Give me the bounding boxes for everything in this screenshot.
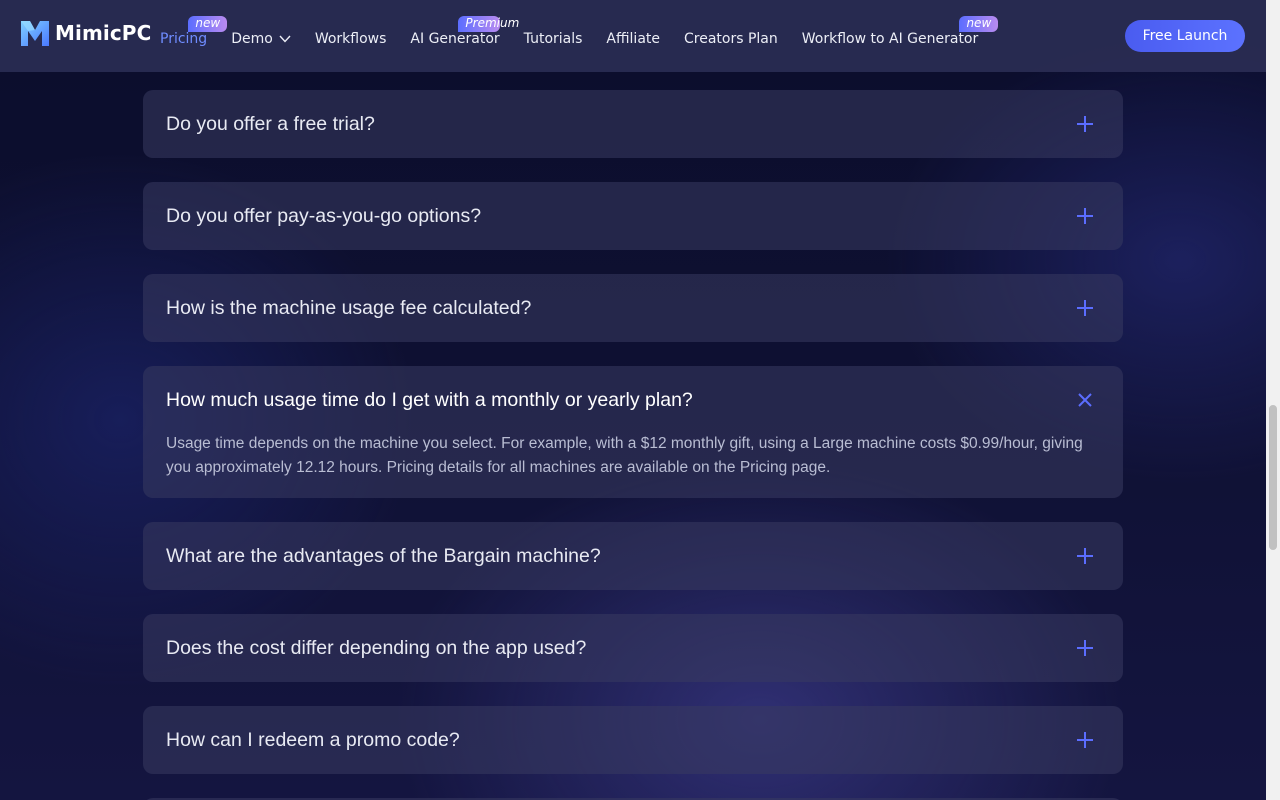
- faq-item-expanded[interactable]: How much usage time do I get with a mont…: [143, 366, 1123, 498]
- faq-list: Do you offer a free trial? Do you offer …: [143, 90, 1123, 800]
- free-launch-button[interactable]: Free Launch: [1125, 20, 1245, 52]
- plus-icon[interactable]: [1075, 730, 1095, 750]
- faq-question: What are the advantages of the Bargain m…: [166, 544, 601, 567]
- faq-item[interactable]: Do you offer a free trial?: [143, 90, 1123, 158]
- nav-label: Creators Plan: [684, 31, 778, 47]
- faq-question: Do you offer pay-as-you-go options?: [166, 204, 482, 227]
- brand-logo[interactable]: MimicPC: [20, 19, 151, 47]
- new-badge: new: [188, 16, 228, 32]
- plus-icon[interactable]: [1075, 638, 1095, 658]
- nav-label: Tutorials: [523, 31, 583, 47]
- main-nav: Pricing new Demo Workflows AI Generator …: [160, 16, 1002, 47]
- nav-item-ai-generator[interactable]: AI Generator Premium: [410, 16, 519, 47]
- nav-item-demo[interactable]: Demo: [231, 31, 291, 47]
- nav-item-workflows[interactable]: Workflows: [315, 31, 387, 47]
- nav-label: Demo: [231, 31, 273, 47]
- faq-item[interactable]: What are the advantages of the Bargain m…: [143, 522, 1123, 590]
- nav-label: Workflow to AI Generator: [801, 31, 979, 47]
- brand-name: MimicPC: [55, 21, 152, 45]
- faq-question: How is the machine usage fee calculated?: [166, 296, 532, 319]
- chevron-down-icon: [279, 35, 291, 43]
- faq-question: Do you offer a free trial?: [166, 112, 375, 135]
- top-nav-bar: MimicPC Pricing new Demo Workflows AI Ge…: [0, 0, 1266, 72]
- scrollbar-thumb[interactable]: [1269, 405, 1277, 550]
- faq-question: Does the cost differ depending on the ap…: [166, 636, 587, 659]
- plus-icon[interactable]: [1075, 206, 1095, 226]
- page-scrollbar[interactable]: [1266, 0, 1280, 800]
- nav-item-affiliate[interactable]: Affiliate: [606, 31, 660, 47]
- nav-item-pricing[interactable]: Pricing new: [160, 16, 228, 47]
- close-icon[interactable]: [1075, 390, 1095, 410]
- faq-item[interactable]: Do you offer pay-as-you-go options?: [143, 182, 1123, 250]
- premium-badge: Premium: [458, 16, 519, 32]
- faq-question: How can I redeem a promo code?: [166, 728, 460, 751]
- nav-label: Workflows: [314, 31, 387, 47]
- faq-item[interactable]: Does the cost differ depending on the ap…: [143, 614, 1123, 682]
- nav-label: AI Generator: [410, 31, 500, 47]
- faq-answer: Usage time depends on the machine you se…: [166, 435, 1083, 476]
- nav-label: Pricing: [160, 31, 208, 47]
- faq-question: How much usage time do I get with a mont…: [166, 388, 693, 411]
- new-badge: new: [959, 16, 999, 32]
- nav-label: Affiliate: [606, 31, 660, 47]
- plus-icon[interactable]: [1075, 298, 1095, 318]
- plus-icon[interactable]: [1075, 114, 1095, 134]
- nav-item-creators-plan[interactable]: Creators Plan: [684, 31, 778, 47]
- faq-item[interactable]: How is the machine usage fee calculated?: [143, 274, 1123, 342]
- mimicpc-logo-icon: [21, 21, 49, 46]
- plus-icon[interactable]: [1075, 546, 1095, 566]
- nav-item-tutorials[interactable]: Tutorials: [524, 31, 583, 47]
- nav-item-workflow-to-ai-generator[interactable]: Workflow to AI Generator new: [801, 16, 999, 47]
- faq-item[interactable]: How can I redeem a promo code?: [143, 706, 1123, 774]
